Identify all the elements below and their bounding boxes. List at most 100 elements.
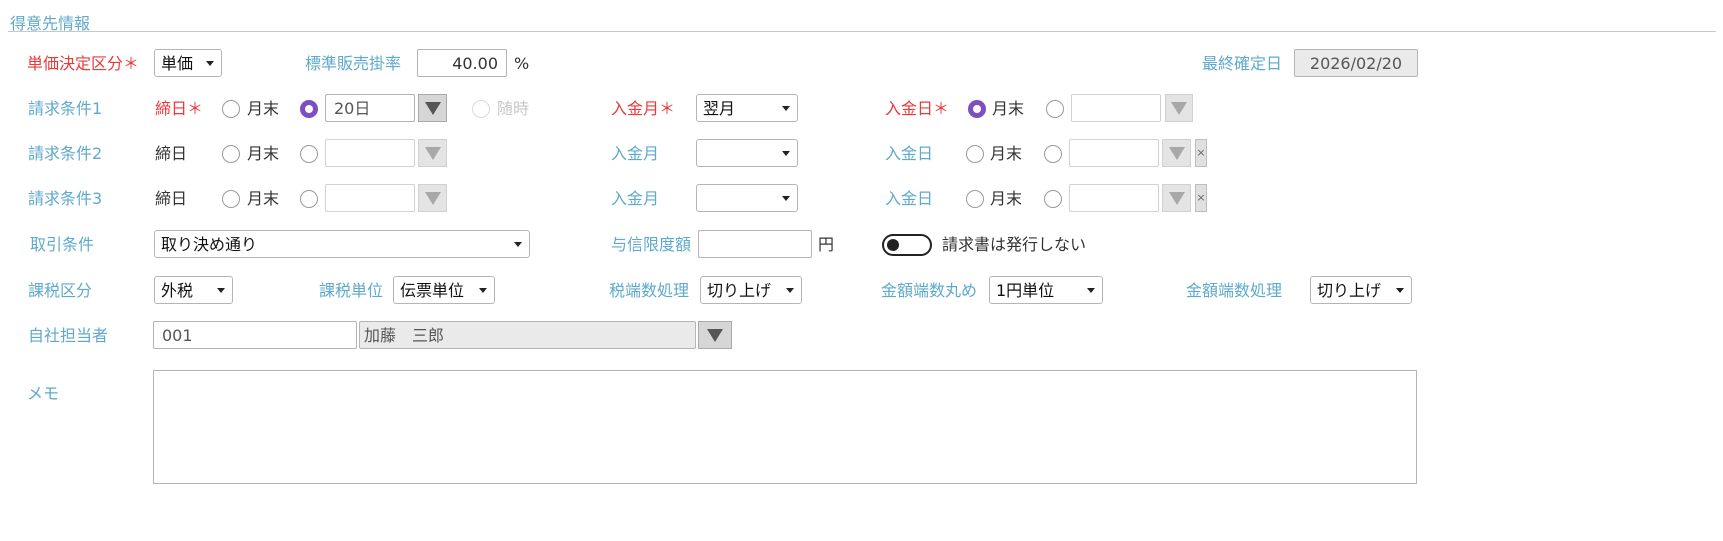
chevron-down-icon bbox=[782, 196, 790, 201]
required-mark: ＊ bbox=[933, 99, 950, 118]
credit-limit-label: 与信限度額 bbox=[611, 235, 692, 254]
billing3-closing-label: 締日 bbox=[155, 189, 188, 208]
staff-name-display: 加藤 三郎 bbox=[359, 321, 696, 349]
billing2-pay-month-select[interactable] bbox=[696, 139, 798, 167]
billing2-pay-day-label: 入金日 bbox=[885, 144, 934, 163]
tax-rounding-label: 税端数処理 bbox=[609, 281, 690, 300]
billing3-pay-month-end-radio[interactable] bbox=[966, 190, 984, 208]
triangle-down-icon bbox=[1168, 192, 1185, 205]
no-invoice-toggle[interactable] bbox=[882, 234, 932, 256]
billing3-pay-day-input[interactable] bbox=[1069, 184, 1159, 212]
credit-limit-input[interactable] bbox=[698, 230, 812, 258]
billing2-clear-button[interactable]: × bbox=[1195, 139, 1207, 167]
billing3-pay-day-radio[interactable] bbox=[1044, 190, 1062, 208]
billing2-pay-month-end-radio[interactable] bbox=[966, 145, 984, 163]
staff-dropdown[interactable] bbox=[698, 321, 732, 349]
unit-price-select-value: 単価 bbox=[161, 54, 194, 73]
toggle-knob bbox=[887, 239, 899, 251]
billing3-pay-day-label: 入金日 bbox=[885, 189, 934, 208]
tax-class-value: 外税 bbox=[161, 281, 194, 300]
billing2-closing-month-end-radio[interactable] bbox=[222, 145, 240, 163]
billing1-anytime-radio[interactable] bbox=[472, 100, 490, 118]
billing3-label: 請求条件3 bbox=[28, 189, 103, 208]
billing1-closing-day-input[interactable]: 20日 bbox=[325, 94, 415, 122]
unit-price-select[interactable]: 単価 bbox=[154, 49, 222, 77]
billing3-closing-month-end-label: 月末 bbox=[247, 189, 280, 208]
billing2-closing-label: 締日 bbox=[155, 144, 188, 163]
billing1-label: 請求条件1 bbox=[28, 99, 103, 118]
required-mark: ＊ bbox=[187, 99, 204, 118]
chevron-down-icon bbox=[479, 288, 487, 293]
triangle-down-icon bbox=[1171, 102, 1187, 115]
billing2-pay-month-label: 入金月 bbox=[611, 144, 660, 163]
unit-price-label-text: 単価決定区分 bbox=[27, 54, 124, 73]
amount-rounding-value: 切り上げ bbox=[1317, 281, 1382, 300]
triangle-down-icon bbox=[424, 147, 441, 160]
billing1-pay-month-end-label: 月末 bbox=[992, 99, 1025, 118]
billing1-pay-month-select[interactable]: 翌月 bbox=[696, 94, 798, 122]
chevron-down-icon bbox=[514, 242, 522, 247]
tax-rounding-select[interactable]: 切り上げ bbox=[700, 276, 802, 304]
billing2-pay-month-end-label: 月末 bbox=[990, 144, 1023, 163]
amount-rounding-unit-select[interactable]: 1円単位 bbox=[989, 276, 1103, 304]
tax-unit-select[interactable]: 伝票単位 bbox=[393, 276, 495, 304]
memo-textarea[interactable] bbox=[153, 370, 1417, 484]
billing1-pay-day-radio[interactable] bbox=[1046, 100, 1064, 118]
billing3-pay-month-label: 入金月 bbox=[611, 189, 660, 208]
chevron-down-icon bbox=[206, 61, 214, 66]
billing1-closing-label: 締日＊ bbox=[155, 99, 203, 119]
memo-label: メモ bbox=[27, 384, 60, 403]
chevron-down-icon bbox=[786, 288, 794, 293]
triangle-down-icon bbox=[707, 329, 723, 342]
billing1-closing-day-radio[interactable] bbox=[300, 100, 318, 118]
triangle-down-icon bbox=[424, 192, 441, 205]
chevron-down-icon bbox=[217, 288, 225, 293]
billing3-pay-day-dropdown[interactable] bbox=[1162, 184, 1191, 212]
billing1-pay-day-input[interactable] bbox=[1071, 94, 1161, 122]
billing1-pay-day-label: 入金日＊ bbox=[885, 99, 949, 119]
billing2-closing-day-input[interactable] bbox=[325, 139, 415, 167]
billing1-pay-month-label-text: 入金月 bbox=[611, 99, 660, 118]
staff-code-input[interactable]: 001 bbox=[153, 321, 357, 349]
tax-unit-value: 伝票単位 bbox=[400, 281, 465, 300]
billing3-closing-day-dropdown[interactable] bbox=[418, 184, 447, 212]
amount-rounding-unit-label: 金額端数丸め bbox=[881, 281, 978, 300]
chevron-down-icon bbox=[782, 106, 790, 111]
trade-terms-select[interactable]: 取り決め通り bbox=[154, 230, 530, 258]
billing3-closing-month-end-radio[interactable] bbox=[222, 190, 240, 208]
billing2-closing-day-radio[interactable] bbox=[300, 145, 318, 163]
billing3-clear-button[interactable]: × bbox=[1195, 184, 1207, 212]
staff-label: 自社担当者 bbox=[28, 326, 109, 345]
billing1-pay-day-dropdown[interactable] bbox=[1165, 94, 1193, 122]
tax-class-label: 課税区分 bbox=[28, 281, 93, 300]
triangle-down-icon bbox=[424, 102, 441, 115]
last-confirm-label: 最終確定日 bbox=[1202, 54, 1283, 73]
amount-rounding-unit-value: 1円単位 bbox=[996, 281, 1055, 300]
yen-unit: 円 bbox=[818, 235, 835, 254]
billing2-pay-day-radio[interactable] bbox=[1044, 145, 1062, 163]
billing3-closing-day-input[interactable] bbox=[325, 184, 415, 212]
billing3-closing-day-radio[interactable] bbox=[300, 190, 318, 208]
section-divider bbox=[8, 31, 1716, 32]
billing1-closing-month-end-radio[interactable] bbox=[222, 100, 240, 118]
billing2-pay-day-input[interactable] bbox=[1069, 139, 1159, 167]
tax-unit-label: 課税単位 bbox=[319, 281, 384, 300]
billing2-closing-day-dropdown[interactable] bbox=[418, 139, 447, 167]
billing1-pay-month-end-radio[interactable] bbox=[968, 100, 986, 118]
billing2-label: 請求条件2 bbox=[28, 144, 103, 163]
billing1-pay-month-label: 入金月＊ bbox=[611, 99, 675, 119]
billing1-closing-day-dropdown[interactable] bbox=[418, 94, 447, 122]
billing2-pay-day-dropdown[interactable] bbox=[1162, 139, 1191, 167]
amount-rounding-label: 金額端数処理 bbox=[1186, 281, 1283, 300]
required-mark: ＊ bbox=[659, 99, 676, 118]
amount-rounding-select[interactable]: 切り上げ bbox=[1310, 276, 1412, 304]
std-rate-input[interactable]: 40.00 bbox=[417, 49, 507, 77]
triangle-down-icon bbox=[1168, 147, 1185, 160]
billing1-closing-month-end-label: 月末 bbox=[247, 99, 280, 118]
no-invoice-label: 請求書は発行しない bbox=[942, 235, 1087, 254]
billing1-pay-day-label-text: 入金日 bbox=[885, 99, 934, 118]
std-rate-label: 標準販売掛率 bbox=[305, 54, 402, 73]
billing3-pay-month-select[interactable] bbox=[696, 184, 798, 212]
billing1-pay-month-value: 翌月 bbox=[703, 99, 736, 118]
tax-class-select[interactable]: 外税 bbox=[154, 276, 233, 304]
